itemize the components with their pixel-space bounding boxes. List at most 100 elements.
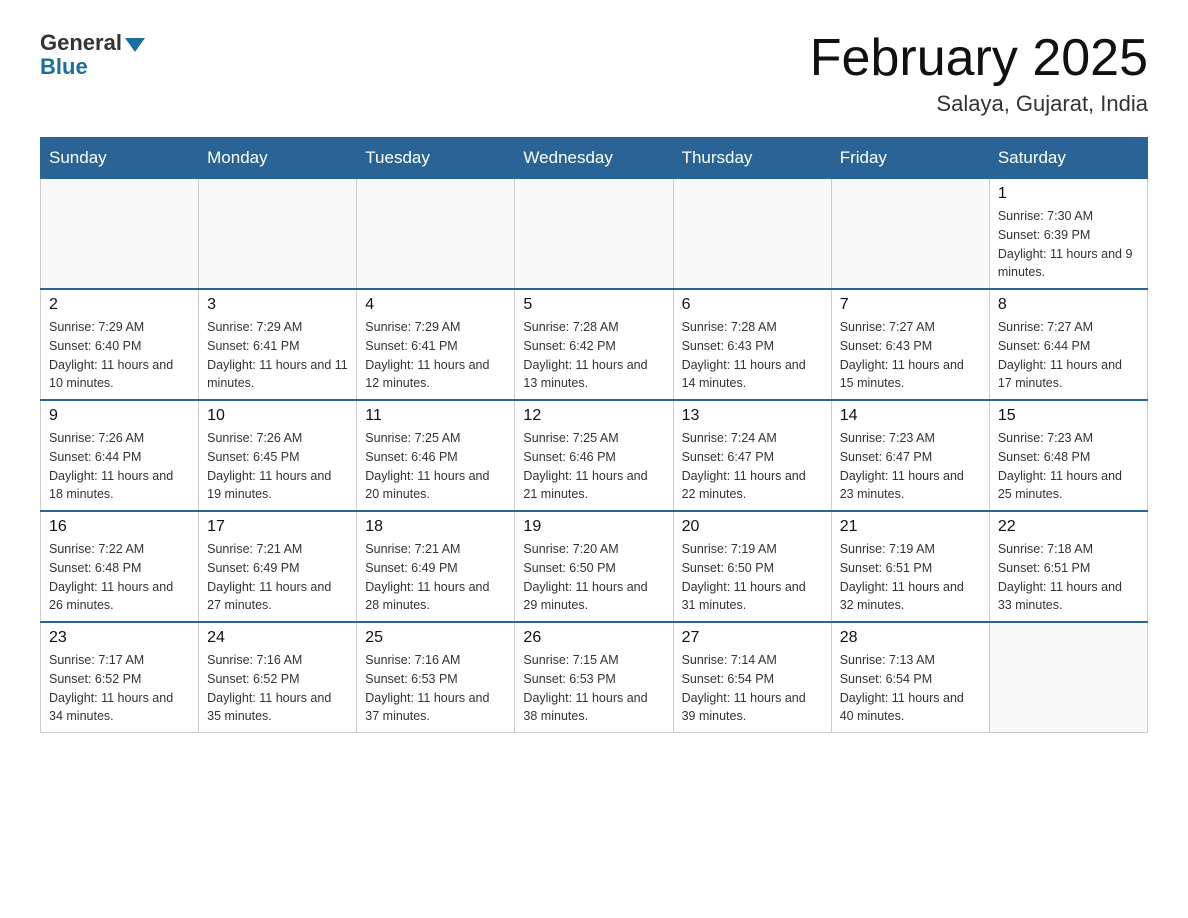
day-number: 13 xyxy=(682,407,823,425)
calendar-week-row: 9 Sunrise: 7:26 AMSunset: 6:44 PMDaylight… xyxy=(41,400,1148,511)
calendar-week-row: 2 Sunrise: 7:29 AMSunset: 6:40 PMDaylight… xyxy=(41,289,1148,400)
calendar-day-cell: 24 Sunrise: 7:16 AMSunset: 6:52 PMDayligh… xyxy=(199,622,357,733)
day-number: 9 xyxy=(49,407,190,425)
calendar-day-cell: 22 Sunrise: 7:18 AMSunset: 6:51 PMDayligh… xyxy=(989,511,1147,622)
day-number: 21 xyxy=(840,518,981,536)
day-info: Sunrise: 7:16 AMSunset: 6:53 PMDaylight:… xyxy=(365,651,506,726)
day-info: Sunrise: 7:25 AMSunset: 6:46 PMDaylight:… xyxy=(523,429,664,504)
calendar-day-cell: 17Sunrise: 7:21 AMSunset: 6:49 PMDayligh… xyxy=(199,511,357,622)
calendar-day-cell: 20Sunrise: 7:19 AMSunset: 6:50 PMDayligh… xyxy=(673,511,831,622)
day-number: 1 xyxy=(998,185,1139,203)
weekday-header-monday: Monday xyxy=(199,138,357,179)
calendar-day-cell: 4 Sunrise: 7:29 AMSunset: 6:41 PMDaylight… xyxy=(357,289,515,400)
page-header: General Blue February 2025 Salaya, Gujar… xyxy=(40,30,1148,117)
day-info: Sunrise: 7:28 AMSunset: 6:42 PMDaylight:… xyxy=(523,318,664,393)
calendar-day-cell xyxy=(673,179,831,290)
day-number: 12 xyxy=(523,407,664,425)
month-title: February 2025 xyxy=(810,30,1148,87)
day-number: 24 xyxy=(207,629,348,647)
day-info: Sunrise: 7:27 AMSunset: 6:43 PMDaylight:… xyxy=(840,318,981,393)
day-number: 11 xyxy=(365,407,506,425)
weekday-header-sunday: Sunday xyxy=(41,138,199,179)
day-number: 2 xyxy=(49,296,190,314)
day-number: 18 xyxy=(365,518,506,536)
day-number: 3 xyxy=(207,296,348,314)
day-number: 27 xyxy=(682,629,823,647)
calendar-day-cell: 1 Sunrise: 7:30 AMSunset: 6:39 PMDaylight… xyxy=(989,179,1147,290)
calendar-day-cell: 16 Sunrise: 7:22 AMSunset: 6:48 PMDayligh… xyxy=(41,511,199,622)
calendar-day-cell: 2 Sunrise: 7:29 AMSunset: 6:40 PMDaylight… xyxy=(41,289,199,400)
logo: General Blue xyxy=(40,30,145,80)
weekday-header-tuesday: Tuesday xyxy=(357,138,515,179)
day-info: Sunrise: 7:26 AMSunset: 6:44 PMDaylight:… xyxy=(49,429,190,504)
day-info: Sunrise: 7:30 AMSunset: 6:39 PMDaylight:… xyxy=(998,207,1139,282)
day-info: Sunrise: 7:29 AMSunset: 6:41 PMDaylight:… xyxy=(207,318,348,393)
logo-blue-text: Blue xyxy=(40,54,88,80)
calendar-day-cell xyxy=(515,179,673,290)
day-info: Sunrise: 7:23 AMSunset: 6:47 PMDaylight:… xyxy=(840,429,981,504)
day-number: 25 xyxy=(365,629,506,647)
calendar-day-cell: 7 Sunrise: 7:27 AMSunset: 6:43 PMDaylight… xyxy=(831,289,989,400)
weekday-header-row: SundayMondayTuesdayWednesdayThursdayFrid… xyxy=(41,138,1148,179)
day-info: Sunrise: 7:26 AMSunset: 6:45 PMDaylight:… xyxy=(207,429,348,504)
day-number: 7 xyxy=(840,296,981,314)
day-info: Sunrise: 7:27 AMSunset: 6:44 PMDaylight:… xyxy=(998,318,1139,393)
day-info: Sunrise: 7:19 AMSunset: 6:51 PMDaylight:… xyxy=(840,540,981,615)
weekday-header-wednesday: Wednesday xyxy=(515,138,673,179)
day-number: 6 xyxy=(682,296,823,314)
day-info: Sunrise: 7:21 AMSunset: 6:49 PMDaylight:… xyxy=(207,540,348,615)
day-number: 10 xyxy=(207,407,348,425)
calendar-day-cell: 21 Sunrise: 7:19 AMSunset: 6:51 PMDayligh… xyxy=(831,511,989,622)
day-number: 28 xyxy=(840,629,981,647)
weekday-header-thursday: Thursday xyxy=(673,138,831,179)
calendar-week-row: 16 Sunrise: 7:22 AMSunset: 6:48 PMDayligh… xyxy=(41,511,1148,622)
day-number: 4 xyxy=(365,296,506,314)
calendar-day-cell xyxy=(989,622,1147,733)
day-number: 8 xyxy=(998,296,1139,314)
day-info: Sunrise: 7:22 AMSunset: 6:48 PMDaylight:… xyxy=(49,540,190,615)
day-number: 22 xyxy=(998,518,1139,536)
calendar-day-cell: 12 Sunrise: 7:25 AMSunset: 6:46 PMDayligh… xyxy=(515,400,673,511)
day-number: 23 xyxy=(49,629,190,647)
day-info: Sunrise: 7:13 AMSunset: 6:54 PMDaylight:… xyxy=(840,651,981,726)
calendar-day-cell: 15 Sunrise: 7:23 AMSunset: 6:48 PMDayligh… xyxy=(989,400,1147,511)
calendar-day-cell: 3 Sunrise: 7:29 AMSunset: 6:41 PMDaylight… xyxy=(199,289,357,400)
day-info: Sunrise: 7:21 AMSunset: 6:49 PMDaylight:… xyxy=(365,540,506,615)
calendar-day-cell xyxy=(831,179,989,290)
day-info: Sunrise: 7:15 AMSunset: 6:53 PMDaylight:… xyxy=(523,651,664,726)
day-info: Sunrise: 7:19 AMSunset: 6:50 PMDaylight:… xyxy=(682,540,823,615)
day-info: Sunrise: 7:23 AMSunset: 6:48 PMDaylight:… xyxy=(998,429,1139,504)
day-info: Sunrise: 7:29 AMSunset: 6:41 PMDaylight:… xyxy=(365,318,506,393)
day-info: Sunrise: 7:28 AMSunset: 6:43 PMDaylight:… xyxy=(682,318,823,393)
day-info: Sunrise: 7:14 AMSunset: 6:54 PMDaylight:… xyxy=(682,651,823,726)
day-number: 26 xyxy=(523,629,664,647)
calendar-day-cell: 18 Sunrise: 7:21 AMSunset: 6:49 PMDayligh… xyxy=(357,511,515,622)
calendar-week-row: 23 Sunrise: 7:17 AMSunset: 6:52 PMDayligh… xyxy=(41,622,1148,733)
calendar-day-cell: 8 Sunrise: 7:27 AMSunset: 6:44 PMDaylight… xyxy=(989,289,1147,400)
calendar-week-row: 1 Sunrise: 7:30 AMSunset: 6:39 PMDaylight… xyxy=(41,179,1148,290)
location-text: Salaya, Gujarat, India xyxy=(810,91,1148,117)
calendar-day-cell: 5 Sunrise: 7:28 AMSunset: 6:42 PMDaylight… xyxy=(515,289,673,400)
day-number: 16 xyxy=(49,518,190,536)
calendar-day-cell: 9 Sunrise: 7:26 AMSunset: 6:44 PMDaylight… xyxy=(41,400,199,511)
calendar-day-cell: 14Sunrise: 7:23 AMSunset: 6:47 PMDayligh… xyxy=(831,400,989,511)
day-info: Sunrise: 7:20 AMSunset: 6:50 PMDaylight:… xyxy=(523,540,664,615)
day-info: Sunrise: 7:17 AMSunset: 6:52 PMDaylight:… xyxy=(49,651,190,726)
calendar-day-cell: 13Sunrise: 7:24 AMSunset: 6:47 PMDayligh… xyxy=(673,400,831,511)
logo-general-text: General xyxy=(40,30,122,56)
calendar-table: SundayMondayTuesdayWednesdayThursdayFrid… xyxy=(40,137,1148,733)
day-info: Sunrise: 7:25 AMSunset: 6:46 PMDaylight:… xyxy=(365,429,506,504)
day-number: 19 xyxy=(523,518,664,536)
calendar-day-cell: 6 Sunrise: 7:28 AMSunset: 6:43 PMDaylight… xyxy=(673,289,831,400)
day-number: 15 xyxy=(998,407,1139,425)
day-info: Sunrise: 7:29 AMSunset: 6:40 PMDaylight:… xyxy=(49,318,190,393)
title-section: February 2025 Salaya, Gujarat, India xyxy=(810,30,1148,117)
day-info: Sunrise: 7:18 AMSunset: 6:51 PMDaylight:… xyxy=(998,540,1139,615)
calendar-day-cell xyxy=(357,179,515,290)
calendar-day-cell: 28 Sunrise: 7:13 AMSunset: 6:54 PMDayligh… xyxy=(831,622,989,733)
calendar-day-cell xyxy=(199,179,357,290)
day-info: Sunrise: 7:16 AMSunset: 6:52 PMDaylight:… xyxy=(207,651,348,726)
calendar-day-cell: 26 Sunrise: 7:15 AMSunset: 6:53 PMDayligh… xyxy=(515,622,673,733)
day-number: 5 xyxy=(523,296,664,314)
calendar-day-cell: 25 Sunrise: 7:16 AMSunset: 6:53 PMDayligh… xyxy=(357,622,515,733)
